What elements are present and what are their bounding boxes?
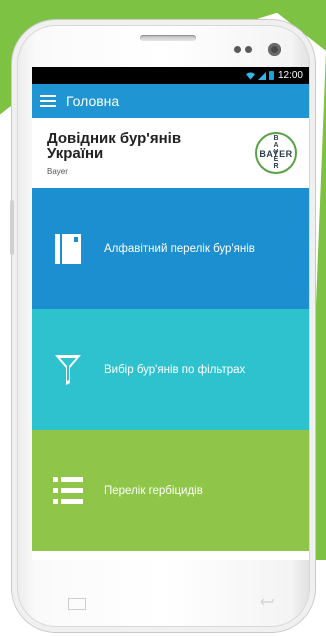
menu-item-alphabetical-list[interactable]: Алфавітний перелік бур'янів xyxy=(32,188,309,309)
menu-item-herbicides-list[interactable]: Перелік гербіцидів xyxy=(32,430,309,551)
book-icon xyxy=(32,233,104,264)
proximity-sensor xyxy=(234,46,241,53)
hamburger-menu-icon[interactable] xyxy=(40,95,56,107)
hardware-back-button[interactable] xyxy=(260,598,274,606)
phone-screen: 12:00 Головна Довідник бур'янів України … xyxy=(32,67,309,560)
app-bar-title: Головна xyxy=(66,93,120,109)
header-card: Довідник бур'янів України Bayer B A Y E … xyxy=(32,118,309,188)
speaker-grille xyxy=(140,35,196,41)
bayer-logo-horizontal: BAYER xyxy=(259,149,293,159)
status-time: 12:00 xyxy=(277,70,303,81)
status-icons xyxy=(245,71,274,80)
menu-item-filter-selection[interactable]: Вибір бур'янів по фільтрах xyxy=(32,309,309,430)
menu-item-label: Алфавітний перелік бур'янів xyxy=(104,242,255,255)
page-subtitle: Bayer xyxy=(47,166,68,176)
wifi-icon xyxy=(245,71,255,80)
volume-button xyxy=(10,200,14,255)
status-bar: 12:00 xyxy=(32,67,309,84)
signal-icon xyxy=(257,71,266,80)
light-sensor xyxy=(245,46,252,53)
page-title: Довідник бур'янів України xyxy=(47,129,182,162)
menu-item-label: Вибір бур'янів по фільтрах xyxy=(104,363,246,376)
filter-icon xyxy=(32,354,104,385)
bayer-logo: B A Y E R BAYER xyxy=(255,132,297,174)
app-bar: Головна xyxy=(32,84,309,118)
battery-icon xyxy=(268,71,274,80)
front-camera xyxy=(268,43,281,56)
list-icon xyxy=(32,476,104,505)
menu-item-label: Перелік гербіцидів xyxy=(104,484,203,497)
hardware-menu-button[interactable] xyxy=(68,598,86,610)
